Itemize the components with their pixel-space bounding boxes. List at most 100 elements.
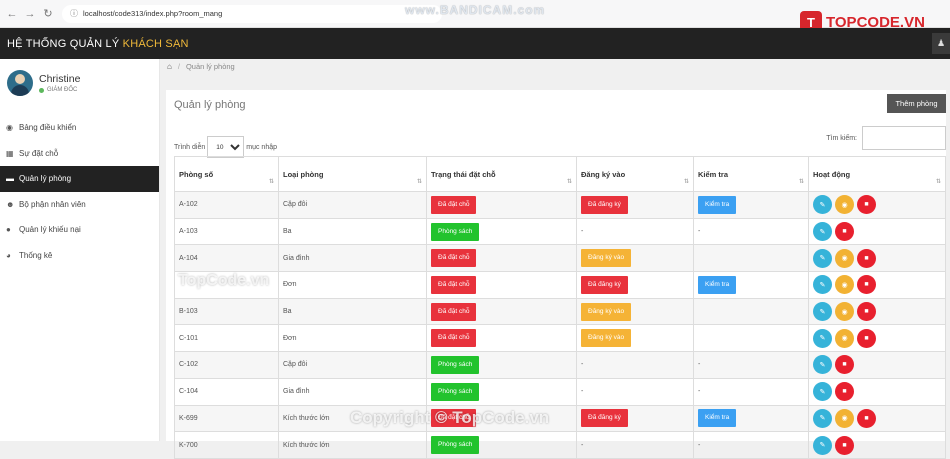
cell-checkout: - <box>693 351 809 379</box>
checkin-badge[interactable]: Đã đăng ký <box>581 275 628 294</box>
sidebar-item-rooms[interactable]: ▬ Quản lý phòng <box>0 166 159 192</box>
delete-button[interactable]: ■ <box>835 355 854 375</box>
col-actions[interactable]: Hoạt động ⇅ <box>808 156 946 192</box>
sidebar-item-complaints[interactable]: ● Quản lý khiếu nại <box>0 217 159 243</box>
cell-actions: ✎ ◉ ■ <box>808 324 946 353</box>
edit-button[interactable]: ✎ <box>813 195 832 215</box>
cell-checkout: - <box>693 217 809 246</box>
sort-desc-icon: ⇅ <box>268 179 274 185</box>
view-button[interactable]: ◉ <box>835 328 854 348</box>
status-badge[interactable]: Đã đặt chỗ <box>431 195 477 214</box>
status-badge[interactable]: Phòng sách <box>431 382 480 401</box>
trash-icon: ■ <box>864 308 869 316</box>
table-row: A-104 Gia đình Đã đặt chỗ Đăng ký vào ✎ ◉ ■ <box>174 244 946 273</box>
reload-icon[interactable]: ↻ <box>42 8 54 20</box>
chart-icon: ◕ <box>6 250 11 260</box>
checkin-badge[interactable]: Đăng ký vào <box>581 329 632 348</box>
trash-icon: ■ <box>842 388 847 396</box>
table-header-row: Phòng số ⇅ Loại phòng ⇅ Trạng thái đặt chỗ… <box>174 156 946 192</box>
edit-button[interactable]: ✎ <box>813 382 832 402</box>
view-button[interactable]: ◉ <box>835 408 854 428</box>
edit-button[interactable]: ✎ <box>813 435 832 455</box>
delete-button[interactable]: ■ <box>835 435 854 455</box>
cell-checkin: - <box>576 431 694 459</box>
sidebar-item-statistics[interactable]: ◕ Thống kê <box>0 243 159 269</box>
user-menu-button[interactable]: ♟ <box>932 33 950 54</box>
status-badge[interactable]: Phòng sách <box>431 222 480 241</box>
view-button[interactable]: ◉ <box>835 195 854 215</box>
comments-icon: ● <box>6 225 11 235</box>
edit-button[interactable]: ✎ <box>813 355 832 375</box>
col-booking-status[interactable]: Trạng thái đặt chỗ ⇅ <box>426 156 577 192</box>
profile-role-text: GIÁM ĐỐC <box>47 87 78 93</box>
view-button[interactable]: ◉ <box>835 275 854 295</box>
delete-button[interactable]: ■ <box>857 408 876 428</box>
col-header-label: Đăng ký vào <box>581 169 626 179</box>
eye-icon: ◉ <box>841 201 848 209</box>
search-input[interactable] <box>862 126 946 150</box>
home-icon[interactable]: ⌂ <box>167 62 172 71</box>
delete-button[interactable]: ■ <box>835 222 854 242</box>
checkin-badge[interactable]: Đã đăng ký <box>581 195 628 214</box>
pencil-icon: ✎ <box>819 335 826 343</box>
calendar-icon: ▦ <box>6 148 14 158</box>
status-badge[interactable]: Phòng sách <box>431 355 480 374</box>
delete-button[interactable]: ■ <box>857 302 876 322</box>
status-badge[interactable]: Đã đặt chỗ <box>431 329 477 348</box>
copyright-watermark: Copyright © TopCode.vn <box>350 408 550 427</box>
avatar <box>7 70 33 96</box>
delete-button[interactable]: ■ <box>857 195 876 215</box>
cell-booking-status: Phòng sách <box>426 431 577 459</box>
delete-button[interactable]: ■ <box>835 382 854 402</box>
back-icon[interactable]: ← <box>6 8 18 20</box>
sidebar-item-label: Sự đặt chỗ <box>19 148 59 158</box>
cell-booking-status: Đã đặt chỗ <box>426 324 577 353</box>
col-checkin[interactable]: Đăng ký vào ⇅ <box>576 156 694 192</box>
entries-select[interactable]: 10 <box>207 136 245 158</box>
cell-checkout <box>693 297 809 326</box>
delete-button[interactable]: ■ <box>857 275 876 295</box>
checkout-badge[interactable]: Kiểm tra <box>698 275 737 294</box>
checkout-badge[interactable]: Kiểm tra <box>698 409 737 428</box>
eye-icon: ◉ <box>841 281 848 289</box>
brand-title[interactable]: HỆ THỐNG QUẢN LÝ KHÁCH SẠN <box>7 38 189 50</box>
address-bar[interactable]: ⓘ localhost/code313/index.php?room_mang <box>62 4 442 23</box>
delete-button[interactable]: ■ <box>857 248 876 268</box>
edit-button[interactable]: ✎ <box>813 248 832 268</box>
table-row: A-103 Ba Phòng sách - - ✎ ■ <box>174 217 946 246</box>
add-room-button[interactable]: Thêm phòng <box>887 94 946 113</box>
sidebar-item-staff[interactable]: ☻ Bộ phận nhân viên <box>0 192 159 218</box>
pencil-icon: ✎ <box>819 308 826 316</box>
profile-role: GIÁM ĐỐC <box>39 87 80 93</box>
view-button[interactable]: ◉ <box>835 302 854 322</box>
checkin-badge[interactable]: Đăng ký vào <box>581 249 632 268</box>
sidebar-item-label: Quản lý phòng <box>19 174 72 184</box>
col-room-type[interactable]: Loại phòng ⇅ <box>278 156 427 192</box>
status-badge[interactable]: Phòng sách <box>431 436 480 455</box>
checkin-badge[interactable]: Đăng ký vào <box>581 302 632 321</box>
cell-room-type: Cặp đôi <box>278 191 427 219</box>
checkin-badge[interactable]: Đã đăng ký <box>581 409 628 428</box>
status-badge[interactable]: Đã đặt chỗ <box>431 302 477 321</box>
status-badge[interactable]: Đã đặt chỗ <box>431 249 477 268</box>
edit-button[interactable]: ✎ <box>813 302 832 322</box>
sidebar-item-dashboard[interactable]: ◉ Bảng điều khiển <box>0 115 159 141</box>
checkout-badge[interactable]: Kiểm tra <box>698 195 737 214</box>
delete-button[interactable]: ■ <box>857 328 876 348</box>
forward-icon[interactable]: → <box>24 8 36 20</box>
info-icon[interactable]: ⓘ <box>70 8 78 19</box>
checkout-badge-text: - <box>698 388 701 396</box>
col-room-number[interactable]: Phòng số ⇅ <box>174 156 279 192</box>
eye-icon: ◉ <box>841 415 848 423</box>
col-checkout[interactable]: Kiểm tra ⇅ <box>693 156 809 192</box>
edit-button[interactable]: ✎ <box>813 328 832 348</box>
checkout-badge-text: - <box>698 441 701 449</box>
edit-button[interactable]: ✎ <box>813 275 832 295</box>
eye-icon: ◉ <box>841 308 848 316</box>
edit-button[interactable]: ✎ <box>813 222 832 242</box>
sidebar-item-reservations[interactable]: ▦ Sự đặt chỗ <box>0 141 159 167</box>
edit-button[interactable]: ✎ <box>813 408 832 428</box>
view-button[interactable]: ◉ <box>835 248 854 268</box>
status-badge[interactable]: Đã đặt chỗ <box>431 275 477 294</box>
pencil-icon: ✎ <box>819 361 826 369</box>
